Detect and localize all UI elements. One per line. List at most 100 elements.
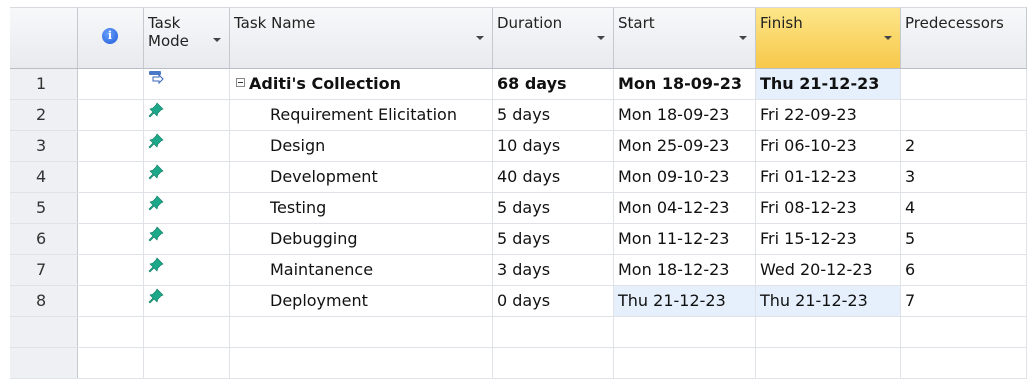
predecessors-cell[interactable]: 6 (901, 255, 1027, 285)
task-name-cell[interactable]: Aditi's Collection (230, 69, 493, 99)
table-row[interactable]: 6 Debugging 5 days Mon 11-12-23 Fri 15-12-23… (10, 224, 1027, 255)
chevron-down-icon[interactable] (476, 36, 484, 40)
start-cell[interactable]: Thu 21-12-23 (614, 286, 756, 316)
duration-cell[interactable]: 0 days (493, 286, 614, 316)
finish-header[interactable]: Finish (756, 7, 901, 69)
predecessors-cell[interactable]: 3 (901, 162, 1027, 192)
task-name-cell[interactable]: Design (230, 131, 493, 161)
pin-icon (148, 257, 164, 273)
row-number[interactable]: 1 (10, 69, 78, 99)
table-row[interactable]: 5 Testing 5 days Mon 04-12-23 Fri 08-12-23 4 (10, 193, 1027, 224)
row-number[interactable] (10, 317, 78, 347)
indicator-cell[interactable] (78, 224, 144, 254)
task-name-cell[interactable]: Debugging (230, 224, 493, 254)
task-name-cell[interactable]: Requirement Elicitation (230, 100, 493, 130)
duration-cell[interactable]: 68 days (493, 69, 614, 99)
row-number[interactable]: 2 (10, 100, 78, 130)
predecessors-cell[interactable]: 5 (901, 224, 1027, 254)
indicator-cell[interactable] (78, 100, 144, 130)
duration-cell[interactable]: 40 days (493, 162, 614, 192)
start-cell[interactable]: Mon 18-09-23 (614, 69, 756, 99)
row-number[interactable]: 3 (10, 131, 78, 161)
row-number[interactable]: 6 (10, 224, 78, 254)
predecessors-header[interactable]: Predecessors (901, 7, 1027, 69)
predecessors-cell[interactable]: 2 (901, 131, 1027, 161)
start-cell[interactable] (614, 317, 756, 347)
start-cell[interactable]: Mon 09-10-23 (614, 162, 756, 192)
collapse-toggle-icon[interactable] (236, 78, 245, 87)
start-cell[interactable]: Mon 04-12-23 (614, 193, 756, 223)
finish-cell[interactable]: Thu 21-12-23 (756, 69, 901, 99)
task-sheet-grid: i Task Mode Task Name Duration Start Fin… (0, 0, 1027, 379)
predecessors-cell[interactable] (901, 100, 1027, 130)
chevron-down-icon[interactable] (213, 38, 221, 42)
task-mode-cell[interactable] (144, 255, 230, 285)
predecessors-cell[interactable]: 7 (901, 286, 1027, 316)
indicator-cell[interactable] (78, 255, 144, 285)
chevron-down-icon[interactable] (597, 36, 605, 40)
empty-row[interactable] (10, 317, 1027, 348)
task-mode-cell[interactable] (144, 224, 230, 254)
task-name-cell[interactable]: Deployment (230, 286, 493, 316)
start-cell[interactable]: Mon 25-09-23 (614, 131, 756, 161)
chevron-down-icon[interactable] (884, 36, 892, 40)
task-mode-cell[interactable] (144, 131, 230, 161)
indicator-cell[interactable] (78, 193, 144, 223)
task-name-cell[interactable] (230, 317, 493, 347)
indicator-cell[interactable] (78, 317, 144, 347)
duration-cell[interactable]: 10 days (493, 131, 614, 161)
finish-cell[interactable]: Wed 20-12-23 (756, 255, 901, 285)
task-mode-header[interactable]: Task Mode (144, 7, 230, 69)
duration-cell[interactable] (493, 317, 614, 347)
indicator-cell[interactable] (78, 286, 144, 316)
predecessors-cell[interactable] (901, 317, 1027, 347)
indicator-cell[interactable] (78, 162, 144, 192)
task-mode-cell[interactable] (144, 317, 230, 347)
table-row[interactable]: 8 Deployment 0 days Thu 21-12-23 Thu 21-12-2… (10, 286, 1027, 317)
task-mode-cell[interactable] (144, 162, 230, 192)
row-number[interactable]: 8 (10, 286, 78, 316)
chevron-down-icon[interactable] (739, 36, 747, 40)
start-cell[interactable]: Mon 11-12-23 (614, 224, 756, 254)
predecessors-cell[interactable]: 4 (901, 193, 1027, 223)
finish-cell[interactable]: Fri 08-12-23 (756, 193, 901, 223)
start-cell[interactable]: Mon 18-12-23 (614, 255, 756, 285)
predecessors-cell[interactable] (901, 69, 1027, 99)
duration-cell[interactable]: 5 days (493, 193, 614, 223)
finish-cell[interactable]: Fri 06-10-23 (756, 131, 901, 161)
table-row[interactable]: 2 Requirement Elicitation 5 days Mon 18-09-… (10, 100, 1027, 131)
pin-icon (148, 288, 164, 304)
finish-cell[interactable]: Fri 15-12-23 (756, 224, 901, 254)
task-mode-cell[interactable] (144, 286, 230, 316)
task-name-cell[interactable]: Development (230, 162, 493, 192)
finish-cell[interactable]: Fri 01-12-23 (756, 162, 901, 192)
row-number[interactable]: 5 (10, 193, 78, 223)
duration-cell[interactable]: 5 days (493, 100, 614, 130)
start-cell[interactable]: Mon 18-09-23 (614, 100, 756, 130)
indicators-header[interactable]: i (78, 7, 144, 69)
task-name-text: Development (270, 167, 378, 186)
table-row[interactable]: 4 Development 40 days Mon 09-10-23 Fri 01-12… (10, 162, 1027, 193)
table-row[interactable]: 1 Aditi's Collection 68 days Mon 18-09-23 Th… (10, 69, 1027, 100)
task-mode-cell[interactable] (144, 100, 230, 130)
select-all-corner[interactable] (10, 7, 78, 69)
task-name-header[interactable]: Task Name (230, 7, 493, 69)
duration-cell[interactable]: 5 days (493, 224, 614, 254)
table-row[interactable]: 7 Maintanence 3 days Mon 18-12-23 Wed 20-12-… (10, 255, 1027, 286)
duration-cell[interactable]: 3 days (493, 255, 614, 285)
task-mode-cell[interactable] (144, 193, 230, 223)
task-name-cell[interactable]: Testing (230, 193, 493, 223)
finish-cell[interactable]: Thu 21-12-23 (756, 286, 901, 316)
finish-cell[interactable] (756, 317, 901, 347)
task-mode-cell[interactable] (144, 69, 230, 99)
indicator-cell[interactable] (78, 131, 144, 161)
duration-header[interactable]: Duration (493, 7, 614, 69)
row-number[interactable]: 7 (10, 255, 78, 285)
task-name-cell[interactable]: Maintanence (230, 255, 493, 285)
start-header[interactable]: Start (614, 7, 756, 69)
row-number[interactable]: 4 (10, 162, 78, 192)
table-row[interactable]: 3 Design 10 days Mon 25-09-23 Fri 06-10-23 2 (10, 131, 1027, 162)
indicator-cell[interactable] (78, 69, 144, 99)
empty-row[interactable] (10, 348, 1027, 379)
finish-cell[interactable]: Fri 22-09-23 (756, 100, 901, 130)
